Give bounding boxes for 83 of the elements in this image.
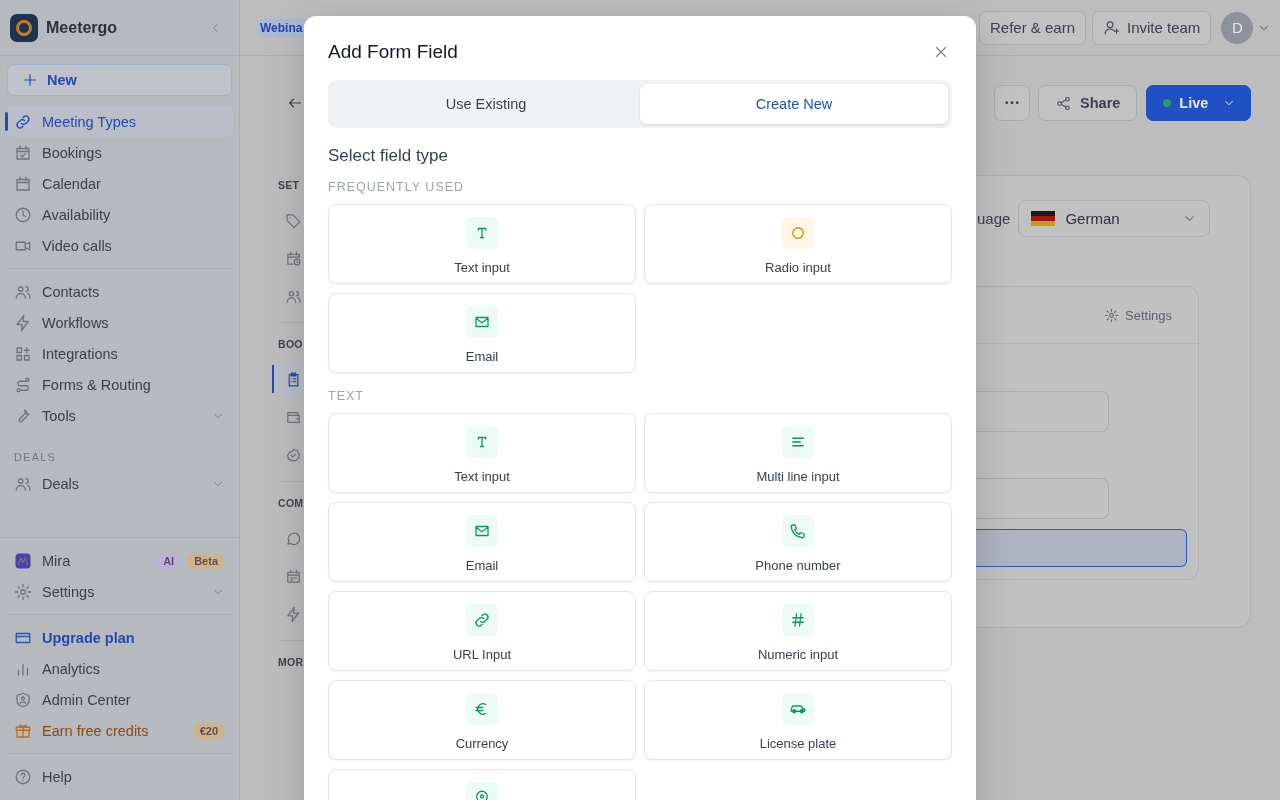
nav-item[interactable]: Help <box>6 761 233 792</box>
section-heading: DEALS <box>14 451 58 463</box>
link-icon <box>473 611 491 629</box>
badge: €20 <box>192 722 225 739</box>
nav-item[interactable]: Calendar <box>6 168 233 199</box>
gear-icon <box>14 582 32 601</box>
status-dot <box>1163 99 1172 107</box>
calendar-check-icon <box>14 143 32 162</box>
add-user-icon <box>1103 19 1120 36</box>
more-button[interactable] <box>994 85 1031 121</box>
tag-icon <box>285 211 302 229</box>
flag-icon <box>1031 211 1056 226</box>
nav-item[interactable]: Mira AI Beta <box>6 545 233 576</box>
nav-item[interactable]: Tools <box>6 400 233 431</box>
language-select[interactable]: German <box>1018 200 1211 237</box>
plus-icon <box>22 72 38 88</box>
section-heading: MOR <box>278 655 304 669</box>
section-title: Select field type <box>328 145 449 167</box>
section-heading: TEXT <box>328 389 365 403</box>
nav-item[interactable]: Forms & Routing <box>6 369 233 400</box>
field-label: uage <box>976 210 1011 227</box>
link-icon <box>14 112 32 131</box>
route-icon <box>14 375 32 394</box>
section-heading: BOO <box>278 337 304 351</box>
nav-item[interactable]: Earn free credits €20 <box>6 715 233 746</box>
brand-name: Meetergo <box>46 18 118 37</box>
settings-link[interactable]: Settings <box>1104 307 1172 323</box>
highlighted-field[interactable] <box>976 529 1187 567</box>
assistant-logo-icon <box>14 551 32 570</box>
back-arrow-icon[interactable] <box>287 95 303 111</box>
phone-icon <box>789 522 807 540</box>
field-type-card[interactable]: Radio input <box>644 204 952 284</box>
nav-item[interactable]: Settings <box>6 576 233 607</box>
bolt-icon <box>14 313 32 332</box>
status-button[interactable]: Live <box>1146 85 1252 121</box>
hash-icon <box>789 611 807 629</box>
new-button[interactable]: New <box>7 64 232 96</box>
badge: Beta <box>187 552 225 569</box>
nav-item[interactable]: Upgrade plan <box>6 622 233 653</box>
nav-item[interactable]: Analytics <box>6 653 233 684</box>
top-bar-button[interactable]: Refer & earn <box>978 10 1086 45</box>
field-type-card[interactable]: Email <box>328 293 636 373</box>
field-type-card[interactable]: License plate <box>644 680 952 760</box>
logo-icon <box>10 13 38 42</box>
grid-icon <box>14 344 32 363</box>
tab[interactable]: Use Existing <box>332 84 640 124</box>
field-type-card[interactable]: Numeric input <box>644 591 952 671</box>
section-heading: FREQUENTLY USED <box>328 180 466 194</box>
field-type-card[interactable]: Currency <box>328 680 636 760</box>
calendar-icon <box>285 567 302 585</box>
field-type-card[interactable]: URL Input <box>328 591 636 671</box>
section-heading: SET <box>278 178 301 192</box>
calendar-icon <box>14 174 32 193</box>
bolt-icon <box>285 605 302 623</box>
badge-check-icon <box>285 446 302 464</box>
badge: AI <box>156 552 182 569</box>
nav-item[interactable]: Admin Center <box>6 684 233 715</box>
nav-item[interactable]: Workflows <box>6 307 233 338</box>
field-type-card[interactable]: Text input <box>328 204 636 284</box>
nav-item[interactable]: Meeting Types <box>6 106 233 137</box>
field-type-card[interactable]: Phone number <box>644 502 952 582</box>
clock-icon <box>14 205 32 224</box>
dialog-title: Add Form Field <box>328 41 458 63</box>
section-heading: COM <box>278 496 304 510</box>
nav-item[interactable]: Contacts <box>6 276 233 307</box>
share-button[interactable]: Share <box>1038 85 1138 121</box>
field-type-card[interactable]: Email <box>328 502 636 582</box>
share-icon <box>1055 94 1073 112</box>
shield-user-icon <box>14 690 32 709</box>
field-type-card[interactable]: Text input <box>328 413 636 493</box>
field-type-card[interactable]: Multi line input <box>644 413 952 493</box>
help-icon <box>14 767 32 786</box>
more-icon <box>1005 101 1020 105</box>
tab[interactable]: Create New <box>640 84 948 124</box>
nav-item[interactable]: Deals <box>6 468 233 499</box>
calendar-clock-icon <box>285 249 302 267</box>
gear-icon <box>1104 307 1119 323</box>
nav-item[interactable]: Bookings <box>6 137 233 168</box>
nav-item[interactable]: Video calls <box>6 230 233 261</box>
section-nav-item[interactable] <box>272 363 304 395</box>
nav-item[interactable]: Integrations <box>6 338 233 369</box>
nav-item[interactable]: Availability <box>6 199 233 230</box>
top-bar-button[interactable]: Invite team <box>1092 10 1212 45</box>
